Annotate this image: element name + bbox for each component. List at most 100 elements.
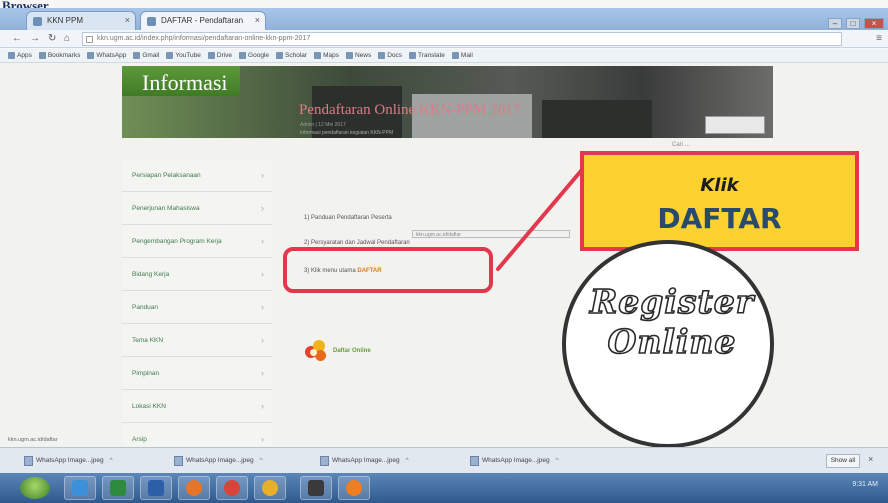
bookmark-item[interactable]: Apps bbox=[8, 52, 32, 59]
menu-icon[interactable]: ≡ bbox=[876, 33, 882, 44]
banner-title: Informasi bbox=[122, 66, 240, 96]
chevron-right-icon: › bbox=[261, 368, 264, 378]
image-file-icon bbox=[24, 456, 33, 466]
maximize-icon[interactable]: □ bbox=[846, 18, 860, 29]
minimize-icon[interactable]: – bbox=[828, 18, 842, 29]
chevron-right-icon: › bbox=[261, 302, 264, 312]
page-info-icon[interactable] bbox=[86, 36, 93, 43]
image-file-icon bbox=[320, 456, 329, 466]
sidebar-menu: Persiapan Pelaksanaan › Penerjunan Mahasis… bbox=[122, 159, 272, 456]
sidebar-item[interactable]: Tema KKN › bbox=[122, 324, 272, 357]
taskbar-app-firefox[interactable] bbox=[178, 476, 210, 500]
bookmark-item[interactable]: Drive bbox=[207, 52, 232, 59]
chevron-right-icon: › bbox=[261, 203, 264, 213]
logo-text: Daftar Online bbox=[333, 348, 371, 354]
banner-sign bbox=[705, 116, 765, 134]
sidebar-item[interactable]: Pimpinan › bbox=[122, 357, 272, 390]
taskbar-app-media[interactable] bbox=[300, 476, 332, 500]
window-controls: – □ × bbox=[828, 18, 884, 29]
sidebar-item[interactable]: Pengembangan Program Kerja › bbox=[122, 225, 272, 258]
callout-box: Klik DAFTAR bbox=[580, 151, 859, 251]
callout-klik-text: Klik bbox=[700, 175, 739, 196]
sidebar-item-label: Bidang Kerja bbox=[132, 271, 170, 278]
browser-tabstrip: KKN PPM × DAFTAR - Pendaftaran × – □ × bbox=[0, 8, 888, 30]
bookmark-item[interactable]: Mail bbox=[451, 52, 473, 59]
sidebar-item-label: Pimpinan bbox=[132, 370, 160, 377]
download-item[interactable]: WhatsApp Image...jpeg ^ bbox=[22, 453, 113, 469]
bookmark-item[interactable]: Bookmarks bbox=[38, 52, 80, 59]
post-intro: Informasi pendaftaran kegiatan KKN-PPM bbox=[300, 130, 394, 136]
step-item-1[interactable]: 1) Panduan Pendaftaran Peserta bbox=[304, 215, 392, 221]
sidebar-item-label: Tema KKN bbox=[132, 337, 164, 344]
close-shelf-icon[interactable]: × bbox=[868, 454, 873, 464]
bookmark-item[interactable]: WhatsApp bbox=[87, 52, 126, 59]
step-text: Panduan Pendaftaran Peserta bbox=[311, 215, 392, 221]
forward-arrow-icon[interactable]: → bbox=[30, 33, 40, 45]
chevron-right-icon: › bbox=[261, 236, 264, 246]
bookmark-item[interactable]: YouTube bbox=[166, 52, 201, 59]
chevron-down-icon[interactable]: ^ bbox=[110, 457, 113, 464]
page-title: Pendaftaran Online KKN-PPM 2017 bbox=[299, 102, 521, 118]
daftar-online-logo[interactable]: Daftar Online bbox=[303, 338, 371, 364]
bookmark-item[interactable]: News bbox=[345, 52, 371, 59]
browser-tab-1[interactable]: KKN PPM × bbox=[26, 11, 136, 30]
download-shelf: WhatsApp Image...jpeg ^ WhatsApp Image...… bbox=[0, 447, 888, 473]
reload-icon[interactable]: ↻ bbox=[48, 33, 56, 45]
status-bar-url: kkn.ugm.ac.id/daftar bbox=[8, 437, 58, 443]
window-close-icon[interactable]: × bbox=[864, 18, 884, 29]
taskbar-app-word[interactable] bbox=[140, 476, 172, 500]
bookmark-favicon-icon bbox=[239, 52, 247, 59]
bookmark-item[interactable]: Google bbox=[239, 52, 269, 59]
sidebar-item-label: Pengembangan Program Kerja bbox=[132, 238, 222, 245]
chevron-right-icon: › bbox=[261, 335, 264, 345]
tab-close-icon[interactable]: × bbox=[125, 15, 130, 25]
sidebar-item[interactable]: Penerjunan Mahasiswa › bbox=[122, 192, 272, 225]
bookmark-item[interactable]: Docs bbox=[378, 52, 402, 59]
taskbar-app-excel[interactable] bbox=[102, 476, 134, 500]
sidebar-item[interactable]: Panduan › bbox=[122, 291, 272, 324]
sidebar-item-label: Panduan bbox=[132, 304, 159, 311]
sidebar-item[interactable]: Persiapan Pelaksanaan › bbox=[122, 159, 272, 192]
step-number: 2) bbox=[304, 240, 312, 246]
bookmark-item[interactable]: Translate bbox=[409, 52, 445, 59]
taskbar-app-other[interactable] bbox=[338, 476, 370, 500]
home-icon[interactable]: ⌂ bbox=[64, 33, 70, 45]
bookmark-favicon-icon bbox=[378, 52, 386, 59]
bookmark-favicon-icon bbox=[451, 52, 459, 59]
show-all-downloads-button[interactable]: Show all bbox=[826, 454, 860, 468]
sidebar-item[interactable]: Bidang Kerja › bbox=[122, 258, 272, 291]
tab-close-icon[interactable]: × bbox=[255, 15, 260, 25]
bookmark-favicon-icon bbox=[314, 52, 322, 59]
taskbar-app-ie[interactable] bbox=[64, 476, 96, 500]
tab-favicon-icon bbox=[33, 17, 42, 26]
download-item[interactable]: WhatsApp Image...jpeg ^ bbox=[318, 453, 409, 469]
step-text: Persyaratan dan Jadwal Pendaftaran bbox=[311, 240, 410, 246]
bookmark-favicon-icon bbox=[276, 52, 284, 59]
address-bar[interactable]: kkn.ugm.ac.id/index.php/informasi/pendaf… bbox=[82, 32, 842, 46]
bookmark-item[interactable]: Maps bbox=[314, 52, 339, 59]
flower-logo-icon bbox=[303, 338, 329, 364]
tab-label: KKN PPM bbox=[47, 16, 84, 25]
bookmark-favicon-icon bbox=[8, 52, 15, 59]
browser-tab-2[interactable]: DAFTAR - Pendaftaran × bbox=[140, 11, 266, 30]
system-clock[interactable]: 9:31 AM bbox=[852, 481, 878, 488]
browser-toolbar: ← → ↻ ⌂ kkn.ugm.ac.id/index.php/informas… bbox=[0, 30, 888, 48]
sidebar-item-label: Arsip bbox=[132, 436, 147, 443]
download-item[interactable]: WhatsApp Image...jpeg ^ bbox=[468, 453, 559, 469]
bookmark-item[interactable]: Gmail bbox=[133, 52, 159, 59]
chevron-down-icon[interactable]: ^ bbox=[260, 457, 263, 464]
image-file-icon bbox=[470, 456, 479, 466]
back-arrow-icon[interactable]: ← bbox=[12, 33, 22, 45]
start-button[interactable] bbox=[20, 477, 50, 499]
bookmark-favicon-icon bbox=[38, 52, 46, 59]
taskbar-app-chrome-2[interactable] bbox=[254, 476, 286, 500]
chevron-down-icon[interactable]: ^ bbox=[556, 457, 559, 464]
download-item[interactable]: WhatsApp Image...jpeg ^ bbox=[172, 453, 263, 469]
step-item-2[interactable]: 2) Persyaratan dan Jadwal Pendaftaran bbox=[304, 240, 410, 246]
chevron-down-icon[interactable]: ^ bbox=[406, 457, 409, 464]
taskbar-app-chrome[interactable] bbox=[216, 476, 248, 500]
bookmark-favicon-icon bbox=[133, 52, 141, 59]
bookmark-item[interactable]: Scholar bbox=[276, 52, 307, 59]
sidebar-item[interactable]: Lokasi KKN › bbox=[122, 390, 272, 423]
step-number: 1) bbox=[304, 215, 312, 221]
